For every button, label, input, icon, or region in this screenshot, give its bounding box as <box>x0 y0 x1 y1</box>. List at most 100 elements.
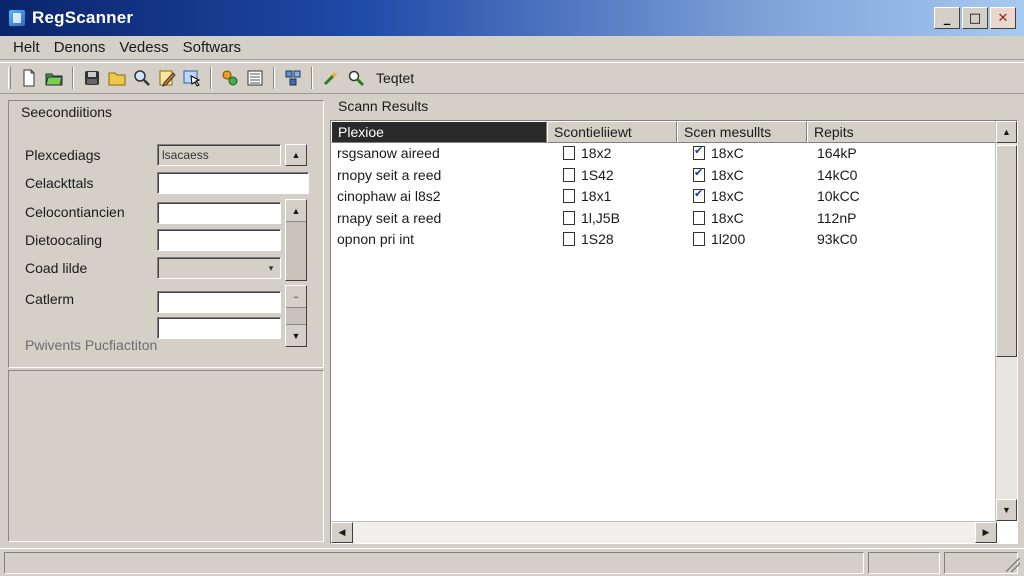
row-col3-cell: 18xC <box>693 166 744 183</box>
toolbar-grip[interactable] <box>8 67 11 89</box>
plexcediags-arrow-up-icon[interactable]: ▲ <box>285 144 307 166</box>
file-icon[interactable] <box>693 210 705 225</box>
toolbar: Teqtet <box>0 62 1024 94</box>
scroll-up-arrow-icon[interactable]: ▲ <box>286 200 306 222</box>
title-bar: RegScanner _ □ ✕ <box>0 0 1024 36</box>
checked-file-icon[interactable] <box>693 187 705 203</box>
row-col2-cell: 18x1 <box>563 188 611 204</box>
scroll-left-arrow-icon[interactable]: ◀ <box>331 522 353 543</box>
conditions-scrollbar-upper[interactable]: ▲ <box>285 199 307 281</box>
celackttals-input[interactable] <box>157 172 309 194</box>
row-col4: 14kC0 <box>817 166 858 183</box>
save-disk-icon[interactable] <box>81 67 103 89</box>
open-folder-icon[interactable] <box>43 67 65 89</box>
scroll-up-arrow-icon[interactable]: ▲ <box>996 121 1017 143</box>
window-controls: _ □ ✕ <box>934 7 1016 29</box>
row-col3-cell: 18xC <box>693 187 744 204</box>
list-view-icon[interactable] <box>244 67 266 89</box>
toolbar-label[interactable]: Teqtet <box>376 70 414 86</box>
row-col3-cell: 18xC <box>693 144 744 161</box>
row-col3: 18xC <box>711 188 744 204</box>
field-label-celackttals: Celackttals <box>25 175 94 191</box>
field-label-catlerm: Catlerm <box>25 291 75 307</box>
row-col3: 18xC <box>711 166 744 183</box>
toolbar-separator <box>72 67 74 89</box>
row-col2: 1l,J5B <box>581 209 620 226</box>
celocontiancien-input[interactable] <box>157 202 281 224</box>
scroll-minus-icon[interactable]: − <box>286 286 306 308</box>
close-button[interactable]: ✕ <box>990 7 1016 29</box>
minimize-button[interactable]: _ <box>934 7 960 29</box>
row-col3: 18xC <box>711 209 744 226</box>
coad-lilde-dropdown[interactable]: ▾ <box>157 257 281 279</box>
scroll-thumb[interactable] <box>996 145 1017 357</box>
row-col3: 1l200 <box>711 231 746 247</box>
resize-grip-icon[interactable] <box>1006 558 1020 572</box>
find-key-icon[interactable] <box>345 67 367 89</box>
row-col3: 18xC <box>711 145 744 161</box>
catlerm-input[interactable] <box>157 291 281 313</box>
file-icon <box>563 232 575 246</box>
row-col4: 164kP <box>817 145 857 161</box>
column-header-4[interactable]: Repits <box>807 121 997 143</box>
row-col3-cell: 1l200 <box>693 231 745 247</box>
dietoocaling-input[interactable] <box>157 229 281 251</box>
search-magnifier-icon[interactable] <box>131 67 153 89</box>
row-col2: 1S28 <box>581 231 614 247</box>
toolbar-separator <box>273 67 275 89</box>
column-header-2[interactable]: Scontieliiewt <box>547 121 677 143</box>
file-icon <box>563 167 575 182</box>
conditions-scrollbar-lower[interactable]: − ▼ <box>285 285 307 347</box>
folder-icon[interactable] <box>106 67 128 89</box>
results-horizontal-scrollbar[interactable]: ◀ ▶ <box>331 521 997 543</box>
results-list: Plexioe Scontieliiewt Scen mesullts Repi… <box>330 120 1018 544</box>
chevron-down-icon[interactable]: ▾ <box>264 260 278 276</box>
file-icon <box>563 210 575 225</box>
checked-file-icon[interactable] <box>693 166 705 182</box>
menu-item-helt[interactable]: Helt <box>6 39 47 56</box>
maximize-button[interactable]: □ <box>962 7 988 29</box>
scroll-down-arrow-icon[interactable]: ▼ <box>286 324 306 346</box>
tools-icon[interactable] <box>219 67 241 89</box>
menu-item-softwars[interactable]: Softwars <box>176 39 248 56</box>
row-col2-cell: 1l,J5B <box>563 210 620 226</box>
table-row[interactable]: cinophaw ai l8s2 18x1 18xC 10kCC <box>331 187 997 209</box>
table-row[interactable]: rnapy seit a reed 1l,J5B 18xC 112nP <box>331 210 997 231</box>
scroll-right-arrow-icon[interactable]: ▶ <box>975 522 997 543</box>
field-label-plexcediags: Plexcediags <box>25 147 101 163</box>
checked-file-icon[interactable] <box>693 144 705 160</box>
row-name: rnopy seit a reed <box>337 166 442 183</box>
column-header-name[interactable]: Plexioe <box>331 121 547 143</box>
catlerm-input-secondary[interactable] <box>157 317 281 339</box>
row-name: rnapy seit a reed <box>337 209 442 226</box>
conditions-footer-text: Pwivents Pucfiactiton <box>25 337 158 353</box>
scroll-down-arrow-icon[interactable]: ▼ <box>996 499 1017 521</box>
app-title: RegScanner <box>32 8 134 27</box>
new-file-icon[interactable] <box>18 67 40 89</box>
scan-wand-icon[interactable] <box>320 67 342 89</box>
row-col2-cell: 18x2 <box>563 145 611 161</box>
toolbar-separator <box>210 67 212 89</box>
select-arrow-icon[interactable] <box>181 67 203 89</box>
conditions-title: Seecondiitions <box>21 104 113 120</box>
registry-icon[interactable] <box>282 67 304 89</box>
row-col2-cell: 1S28 <box>563 231 614 247</box>
field-label-celocontiancien: Celocontiancien <box>25 204 125 220</box>
table-row[interactable]: rnopy seit a reed 1S42 18xC 14kC0 <box>331 166 997 188</box>
row-col2-cell: 1S42 <box>563 167 614 183</box>
row-col2: 18x2 <box>581 145 612 161</box>
file-icon <box>563 189 575 203</box>
row-col2: 1S42 <box>581 166 614 183</box>
menu-item-vedess[interactable]: Vedess <box>112 39 175 56</box>
table-row[interactable]: rsgsanow aireed 18x2 18xC 164kP <box>331 144 997 166</box>
file-icon[interactable] <box>693 232 705 246</box>
column-header-3[interactable]: Scen mesullts <box>677 121 807 143</box>
table-row[interactable]: opnon pri int 1S28 1l200 93kC0 <box>331 231 997 252</box>
status-pane-2 <box>868 552 940 574</box>
plexcediags-dropdown[interactable]: lsacaess <box>157 144 281 166</box>
edit-pencil-icon[interactable] <box>156 67 178 89</box>
conditions-panel-lower <box>8 370 324 542</box>
row-col4: 93kC0 <box>817 231 858 247</box>
menu-item-denons[interactable]: Denons <box>47 39 113 56</box>
results-vertical-scrollbar[interactable]: ▲ ▼ <box>995 121 1017 521</box>
